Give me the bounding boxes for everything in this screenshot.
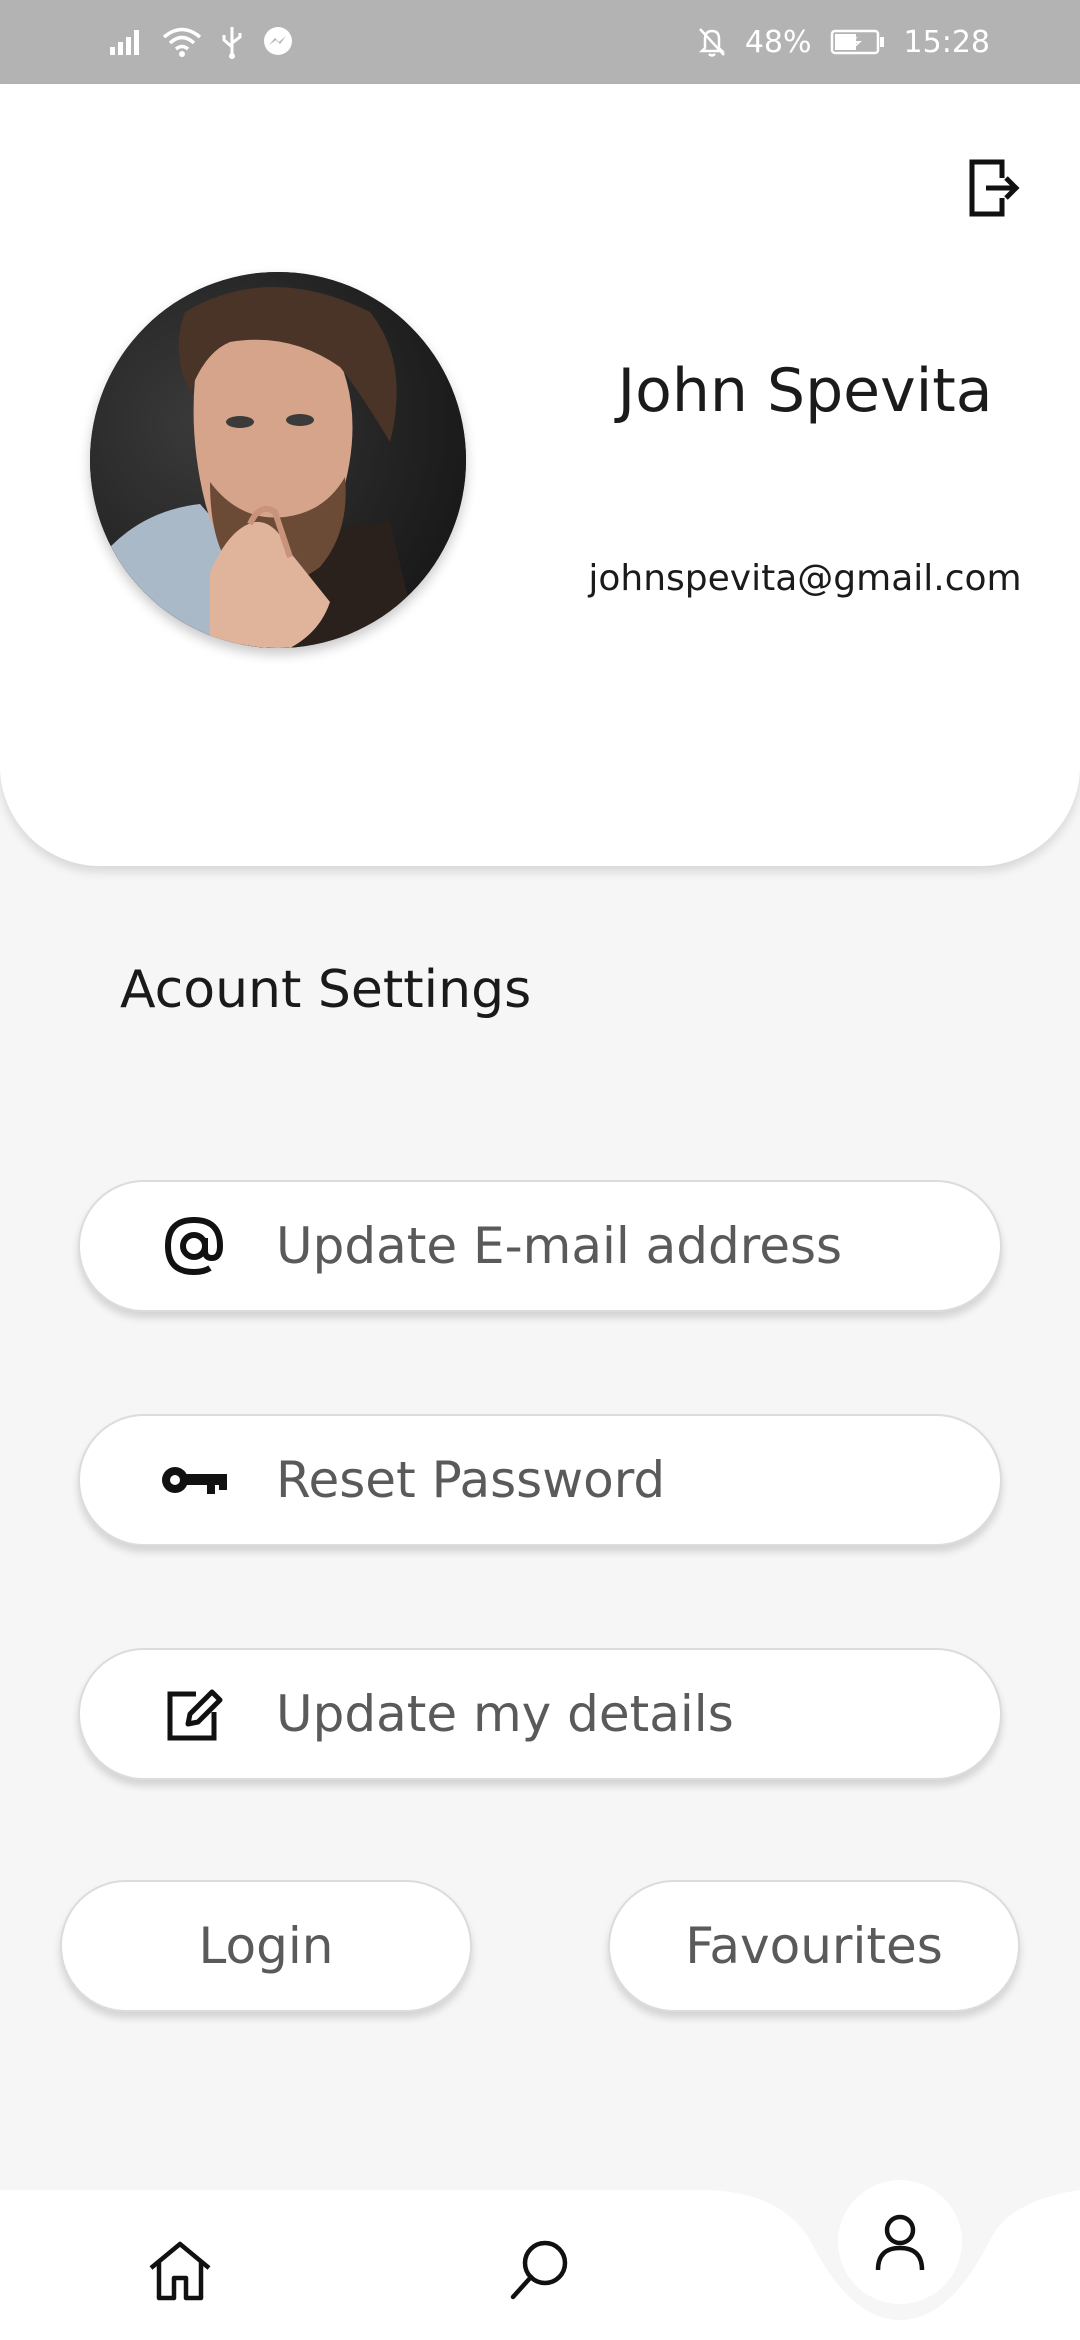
wifi-icon — [162, 27, 202, 57]
account-settings-title: Acount Settings — [120, 960, 532, 1020]
nav-profile[interactable] — [838, 2180, 962, 2304]
profile-email: johnspevita@gmail.com — [588, 558, 1022, 599]
notifications-off-icon — [698, 28, 725, 57]
update-details-button[interactable]: Update my details — [78, 1648, 1002, 1780]
battery-icon — [830, 29, 884, 55]
status-right-icons: 48% 15:28 — [697, 25, 990, 60]
reset-password-button[interactable]: Reset Password — [78, 1414, 1002, 1546]
logout-button[interactable] — [966, 156, 1022, 220]
at-sign-icon — [156, 1208, 232, 1284]
profile-icon — [875, 2214, 925, 2271]
usb-icon — [222, 27, 242, 59]
home-icon — [149, 2241, 211, 2301]
signal-icon — [110, 30, 139, 55]
update-details-label: Update my details — [276, 1685, 734, 1743]
status-bar: 48% 15:28 — [0, 0, 1080, 84]
update-email-button[interactable]: Update E-mail address — [78, 1180, 1002, 1312]
bottom-nav — [0, 2180, 1080, 2340]
edit-icon — [156, 1676, 232, 1752]
favourites-button[interactable]: Favourites — [608, 1880, 1020, 2012]
nav-search[interactable] — [492, 2222, 588, 2318]
key-icon — [156, 1442, 232, 1518]
update-email-label: Update E-mail address — [276, 1217, 843, 1275]
nav-home[interactable] — [132, 2222, 228, 2318]
messenger-icon — [264, 27, 292, 55]
avatar — [90, 272, 466, 648]
login-button[interactable]: Login — [60, 1880, 472, 2012]
status-left-icons — [108, 25, 294, 59]
profile-card: John Spevita johnspevita@gmail.com — [0, 84, 1080, 866]
profile-name: John Spevita — [617, 356, 993, 426]
logout-icon — [969, 159, 1020, 217]
battery-percent: 48% — [744, 24, 812, 60]
reset-password-label: Reset Password — [276, 1451, 666, 1509]
search-icon — [510, 2240, 568, 2300]
clock: 15:28 — [903, 24, 990, 60]
avatar-portrait — [90, 272, 466, 648]
